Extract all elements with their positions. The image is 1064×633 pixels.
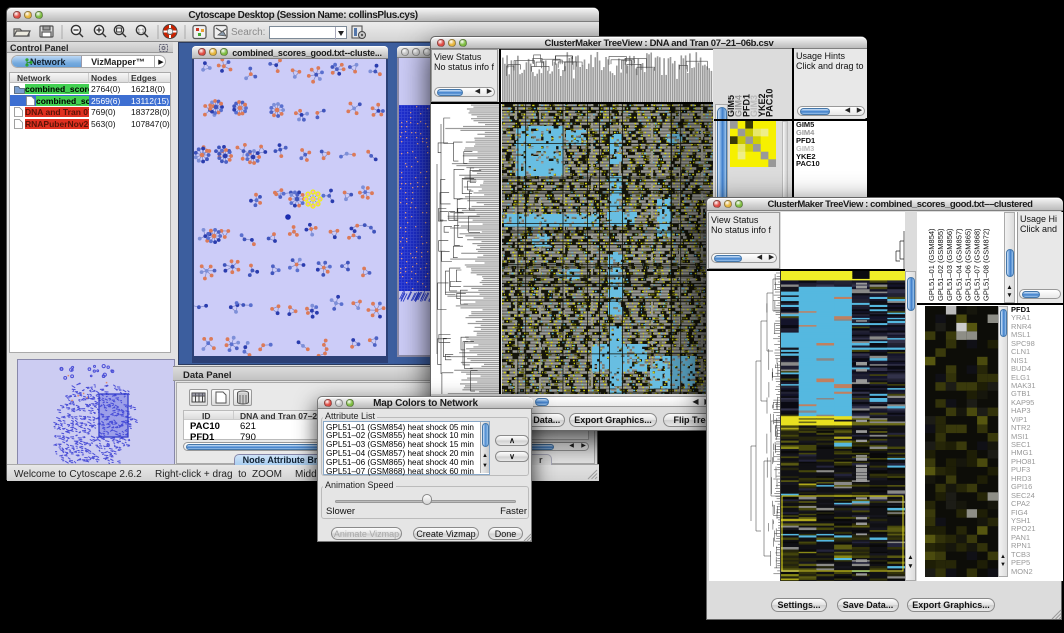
svg-text:GPL51–02 (GSM855): GPL51–02 (GSM855) xyxy=(936,228,945,301)
svg-text:GPL51–08 (GSM872): GPL51–08 (GSM872) xyxy=(982,228,991,301)
svg-text:GPL51–04 (GSM857): GPL51–04 (GSM857) xyxy=(954,228,963,301)
svg-text:Search:: Search: xyxy=(231,27,265,38)
svg-text:GPL51–07 (GSM868): GPL51–07 (GSM868) xyxy=(973,228,982,301)
svg-text:GPL51–01 (GSM854): GPL51–01 (GSM854) xyxy=(927,228,936,301)
svg-text:PAC10: PAC10 xyxy=(765,89,775,117)
svg-text:1:1: 1:1 xyxy=(138,29,145,35)
svg-text:GPL51–03 (GSM856): GPL51–03 (GSM856) xyxy=(945,228,954,301)
svg-text:GPL51–06 (GSM865): GPL51–06 (GSM865) xyxy=(963,228,972,301)
